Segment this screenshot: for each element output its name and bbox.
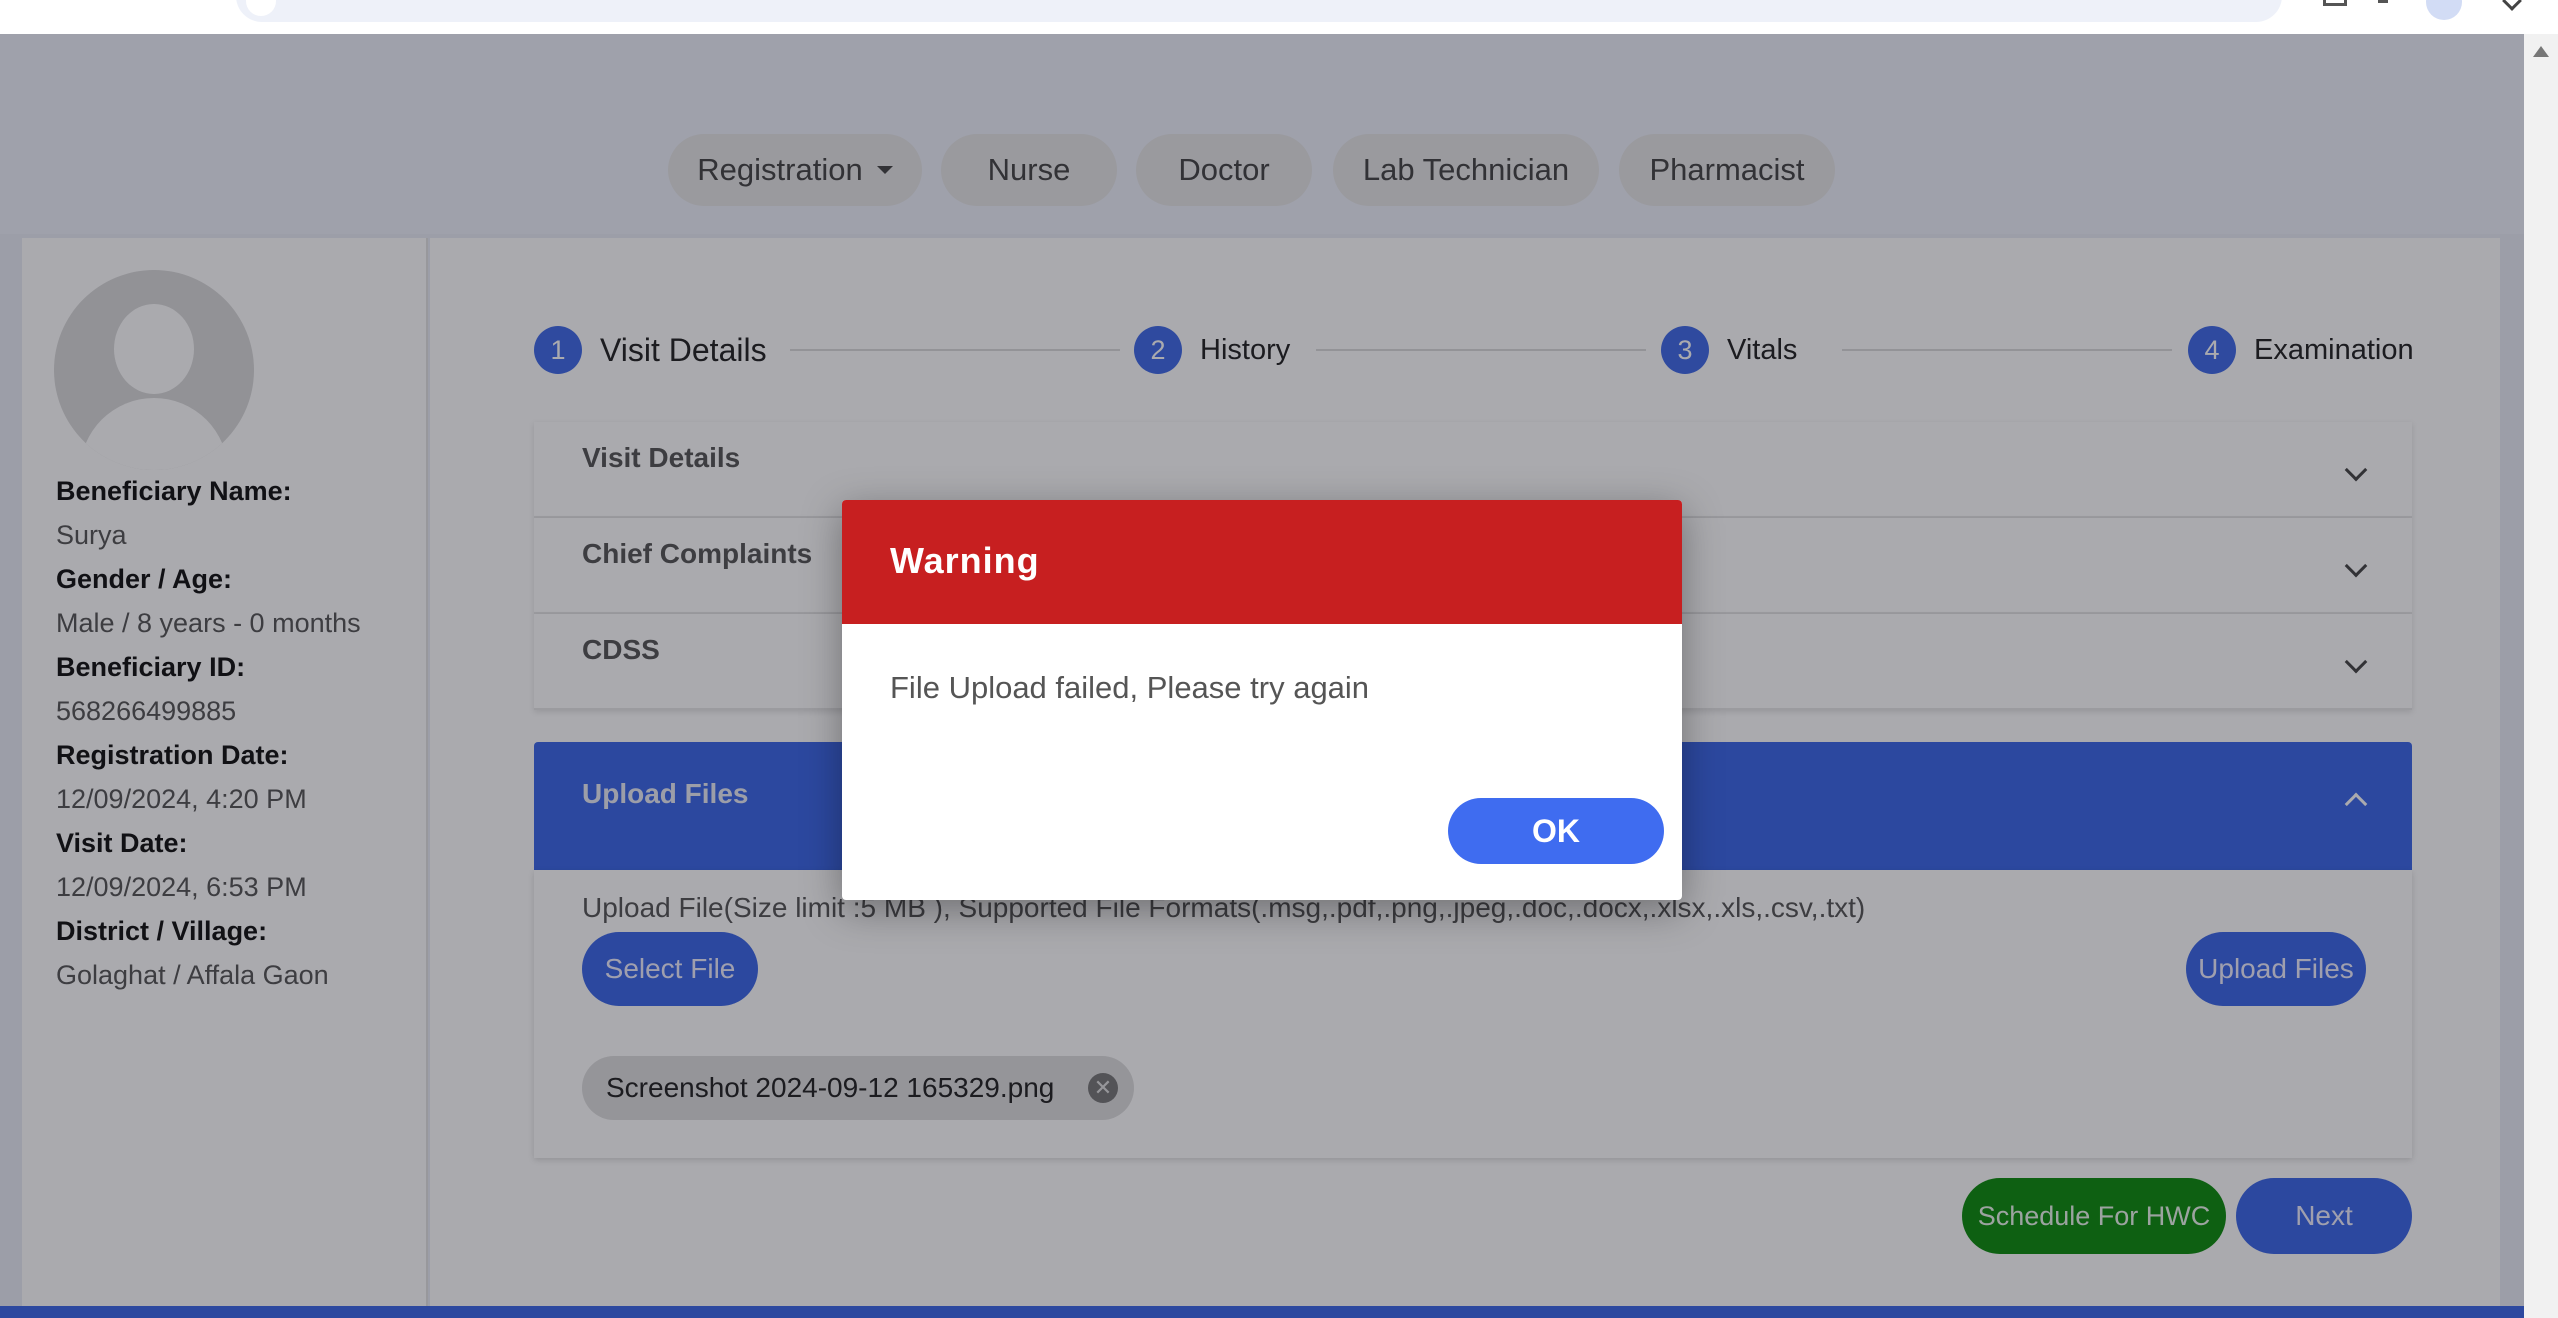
- dialog-message: File Upload failed, Please try again: [890, 670, 1370, 705]
- scroll-up-arrow-icon[interactable]: [2533, 46, 2549, 57]
- profile-avatar-icon[interactable]: [2426, 0, 2462, 20]
- dialog-title: Warning: [890, 540, 1040, 581]
- chevron-down-icon[interactable]: [2502, 0, 2522, 11]
- browser-toolbar: [0, 0, 2558, 34]
- ok-button[interactable]: OK: [1448, 798, 1664, 864]
- address-bar[interactable]: [236, 0, 2282, 22]
- install-app-icon[interactable]: [2323, 0, 2347, 6]
- warning-dialog: Warning File Upload failed, Please try a…: [842, 500, 1682, 900]
- dialog-header: Warning: [842, 500, 1682, 624]
- menu-dash-icon[interactable]: [2378, 0, 2388, 3]
- page-scrollbar[interactable]: [2524, 34, 2558, 1318]
